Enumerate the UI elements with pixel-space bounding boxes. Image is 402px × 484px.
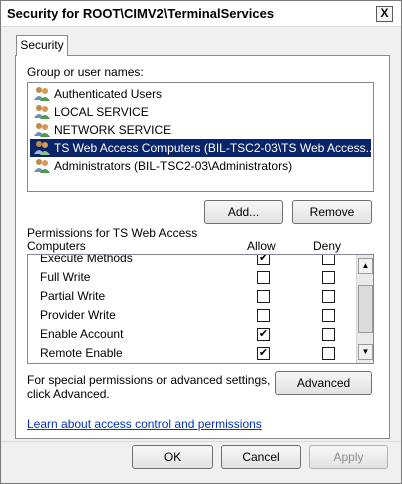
list-item-selected[interactable]: TS Web Access Computers (BIL-TSC2-03\TS … xyxy=(30,139,371,157)
group-item-label: LOCAL SERVICE xyxy=(54,105,149,119)
user-group-icon xyxy=(34,123,50,137)
group-list-label: Group or user names: xyxy=(27,65,144,79)
user-group-icon xyxy=(34,141,50,155)
permission-row: Partial Write xyxy=(28,287,358,306)
permission-name: Remote Enable xyxy=(40,346,123,360)
window-title: Security for ROOT\CIMV2\TerminalServices xyxy=(7,6,275,21)
cancel-button[interactable]: Cancel xyxy=(221,445,301,469)
checkmark-icon: ✔ xyxy=(258,328,269,340)
list-item[interactable]: Authenticated Users xyxy=(30,85,371,103)
deny-checkbox[interactable] xyxy=(322,309,335,322)
user-group-icon xyxy=(34,159,50,173)
access-control-help-link[interactable]: Learn about access control and permissio… xyxy=(27,417,262,431)
deny-column-header: Deny xyxy=(313,239,342,253)
title-bar[interactable]: Security for ROOT\CIMV2\TerminalServices… xyxy=(1,1,401,27)
remove-button[interactable]: Remove xyxy=(292,200,372,224)
user-group-icon xyxy=(34,87,50,101)
allow-checkbox[interactable] xyxy=(257,271,270,284)
allow-checkbox[interactable]: ✔ xyxy=(257,347,270,360)
add-button[interactable]: Add... xyxy=(204,200,283,224)
scroll-up-button[interactable]: ▲ xyxy=(358,258,373,274)
permission-name: Full Write xyxy=(40,270,91,284)
permission-name: Enable Account xyxy=(40,327,124,341)
scrollbar-thumb[interactable] xyxy=(358,285,373,333)
permissions-label-line1: Permissions for TS Web Access xyxy=(27,226,198,240)
allow-checkbox[interactable] xyxy=(257,309,270,322)
scroll-down-icon: ▼ xyxy=(361,347,370,356)
permission-name: Partial Write xyxy=(40,289,106,303)
permission-row: Full Write xyxy=(28,268,358,287)
group-item-label: Administrators (BIL-TSC2-03\Administrato… xyxy=(54,159,293,173)
allow-checkbox[interactable]: ✔ xyxy=(257,328,270,341)
group-item-label: TS Web Access Computers (BIL-TSC2-03\TS … xyxy=(54,141,371,155)
divider xyxy=(1,441,401,442)
deny-checkbox[interactable] xyxy=(322,290,335,303)
permission-name: Execute Methods xyxy=(40,254,133,265)
permission-row: Provider Write xyxy=(28,306,358,325)
allow-checkbox[interactable] xyxy=(257,290,270,303)
permission-row: Enable Account ✔ xyxy=(28,325,358,344)
deny-checkbox[interactable] xyxy=(322,271,335,284)
deny-checkbox[interactable] xyxy=(322,328,335,341)
permissions-label-line2: Computers xyxy=(27,239,86,253)
permission-row: Remote Enable ✔ xyxy=(28,344,358,363)
tab-security[interactable]: Security xyxy=(16,35,68,56)
deny-checkbox[interactable] xyxy=(322,255,335,265)
scroll-up-icon: ▲ xyxy=(361,261,370,270)
allow-column-header: Allow xyxy=(247,239,276,253)
checkmark-icon: ✔ xyxy=(258,254,269,264)
list-item[interactable]: LOCAL SERVICE xyxy=(30,103,371,121)
scroll-down-button[interactable]: ▼ xyxy=(358,344,373,360)
ok-button[interactable]: OK xyxy=(132,445,213,469)
allow-checkbox[interactable]: ✔ xyxy=(257,254,270,265)
list-item[interactable]: NETWORK SERVICE xyxy=(30,121,371,139)
group-item-label: NETWORK SERVICE xyxy=(54,123,172,137)
close-button[interactable]: X xyxy=(376,6,393,22)
permission-row: Execute Methods ✔ xyxy=(28,254,358,268)
deny-checkbox[interactable] xyxy=(322,347,335,360)
special-permissions-text-line2: click Advanced. xyxy=(27,387,110,401)
permissions-table: Execute Methods ✔ Full Write Partial Wri… xyxy=(27,254,374,364)
group-item-label: Authenticated Users xyxy=(54,87,163,101)
group-list[interactable]: Authenticated Users LOCAL SERVICE NETWOR… xyxy=(27,82,374,192)
permission-name: Provider Write xyxy=(40,308,116,322)
security-dialog: Security for ROOT\CIMV2\TerminalServices… xyxy=(0,0,402,484)
user-group-icon xyxy=(34,105,50,119)
tab-security-label: Security xyxy=(20,38,64,52)
list-item[interactable]: Administrators (BIL-TSC2-03\Administrato… xyxy=(30,157,371,175)
advanced-button[interactable]: Advanced xyxy=(275,371,372,395)
close-icon: X xyxy=(380,6,389,20)
checkmark-icon: ✔ xyxy=(258,347,269,359)
permissions-scrollbar[interactable]: ▲ ▼ xyxy=(356,255,373,363)
apply-button[interactable]: Apply xyxy=(309,445,388,469)
special-permissions-text-line1: For special permissions or advanced sett… xyxy=(27,373,271,387)
